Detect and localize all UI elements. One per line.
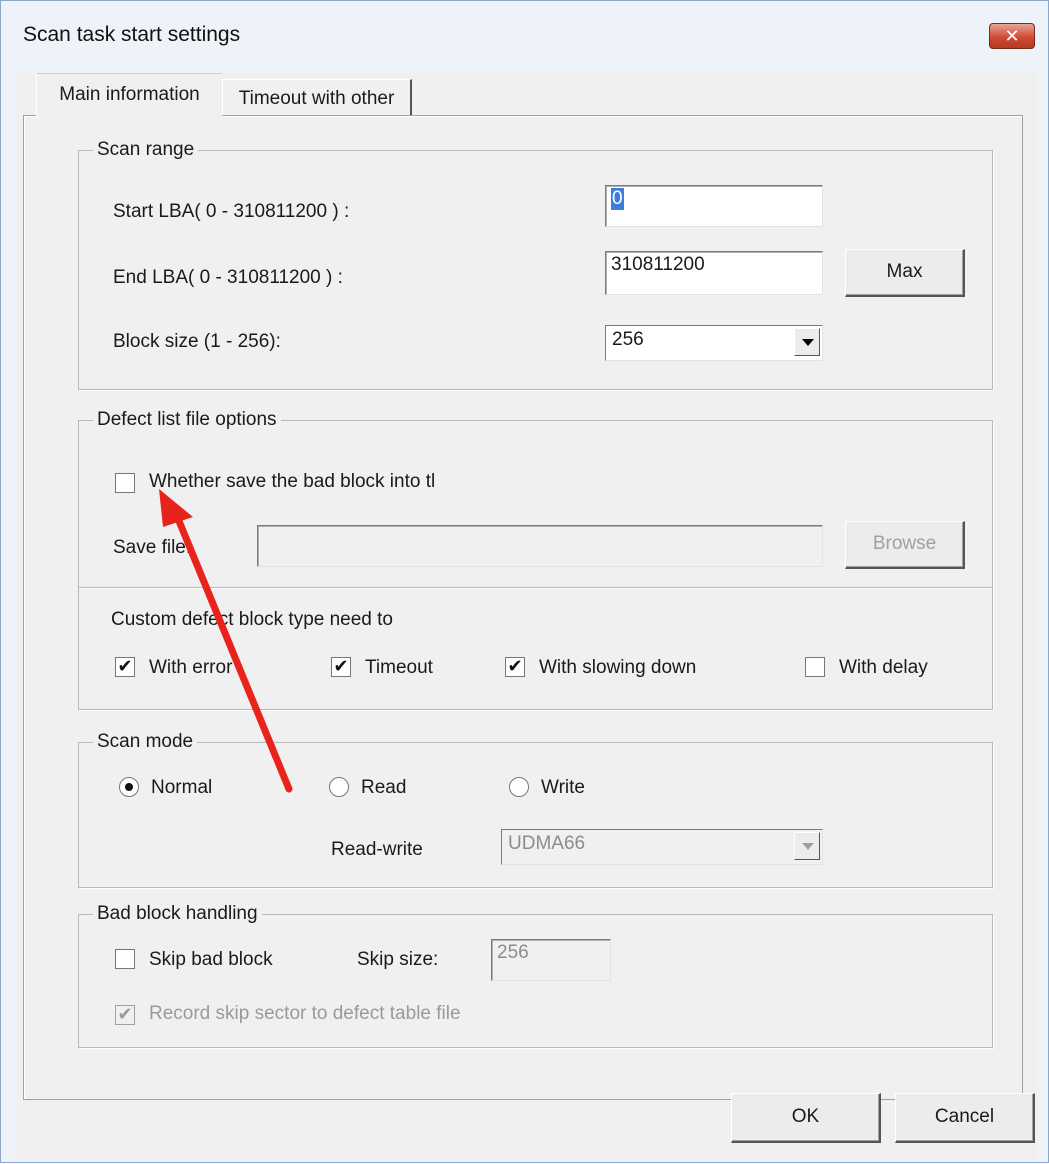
- skip-size-label: Skip size:: [357, 949, 439, 970]
- tab-label: Timeout with other: [238, 88, 395, 109]
- check-icon: ✔: [117, 656, 133, 676]
- group-title: Scan mode: [93, 729, 198, 755]
- timeout-checkbox[interactable]: ✔: [331, 657, 351, 677]
- check-icon: ✔: [117, 1004, 133, 1024]
- normal-radio[interactable]: [119, 777, 139, 797]
- browse-button[interactable]: Browse: [845, 521, 965, 569]
- end-lba-label: End LBA( 0 - 310811200 ) :: [113, 267, 343, 288]
- write-radio[interactable]: [509, 777, 529, 797]
- skip-size-value: 256: [497, 942, 529, 963]
- save-file-label: Save file:: [113, 537, 192, 558]
- read-write-value: UDMA66: [508, 833, 586, 854]
- read-label: Read: [361, 777, 407, 798]
- window-title: Scan task start settings: [23, 23, 241, 46]
- close-button[interactable]: ✕: [989, 23, 1035, 49]
- scan-range-group: Scan range Start LBA( 0 - 310811200 ) : …: [78, 137, 993, 390]
- with-error-label: With error: [149, 657, 233, 678]
- divider: [79, 587, 992, 588]
- group-title: Scan range: [93, 137, 199, 163]
- save-bad-block-label: Whether save the bad block into tl: [149, 471, 436, 492]
- dialog-client-area: Main information Timeout with other Scan…: [15, 73, 1037, 1159]
- ok-button[interactable]: OK: [731, 1093, 881, 1143]
- tab-timeout-with-other[interactable]: Timeout with other: [222, 79, 412, 117]
- end-lba-value: 310811200: [611, 254, 705, 275]
- read-write-label: Read-write: [331, 839, 423, 860]
- timeout-label: Timeout: [365, 657, 433, 678]
- check-icon: ✔: [507, 656, 523, 676]
- end-lba-input[interactable]: 310811200: [605, 251, 823, 295]
- with-slowing-down-checkbox[interactable]: ✔: [505, 657, 525, 677]
- block-size-label: Block size (1 - 256):: [113, 331, 281, 352]
- bad-block-group: Bad block handling Skip bad block Skip s…: [78, 901, 993, 1048]
- dialog-window: Scan task start settings ✕ Main informat…: [0, 0, 1049, 1163]
- write-label: Write: [541, 777, 585, 798]
- with-delay-label: With delay: [839, 657, 928, 678]
- scan-mode-group: Scan mode Normal Read Write Read-write U…: [78, 729, 993, 888]
- read-radio[interactable]: [329, 777, 349, 797]
- custom-type-label: Custom defect block type need to: [111, 609, 393, 630]
- start-lba-input[interactable]: 0: [605, 185, 823, 227]
- read-write-select[interactable]: UDMA66: [501, 829, 823, 865]
- skip-bad-block-checkbox[interactable]: [115, 949, 135, 969]
- tab-main-information[interactable]: Main information: [36, 73, 222, 117]
- defect-list-group: Defect list file options Whether save th…: [78, 407, 993, 710]
- start-lba-value: 0: [611, 188, 624, 210]
- check-icon: ✔: [333, 656, 349, 676]
- block-size-value: 256: [612, 329, 644, 350]
- chevron-down-icon[interactable]: [794, 328, 820, 356]
- with-slowing-down-label: With slowing down: [539, 657, 697, 678]
- skip-size-input[interactable]: 256: [491, 939, 611, 981]
- with-error-checkbox[interactable]: ✔: [115, 657, 135, 677]
- cancel-button[interactable]: Cancel: [895, 1093, 1035, 1143]
- tab-label: Main information: [59, 84, 200, 105]
- block-size-select[interactable]: 256: [605, 325, 823, 361]
- title-bar[interactable]: Scan task start settings ✕: [1, 1, 1048, 73]
- chevron-down-icon[interactable]: [794, 832, 820, 860]
- start-lba-label: Start LBA( 0 - 310811200 ) :: [113, 201, 350, 222]
- record-skip-checkbox[interactable]: ✔: [115, 1005, 135, 1025]
- with-delay-checkbox[interactable]: [805, 657, 825, 677]
- group-title: Bad block handling: [93, 901, 262, 927]
- save-file-input[interactable]: [257, 525, 823, 567]
- max-button[interactable]: Max: [845, 249, 965, 297]
- skip-bad-block-label: Skip bad block: [149, 949, 273, 970]
- close-icon: ✕: [1004, 26, 1020, 46]
- group-title: Defect list file options: [93, 407, 281, 433]
- save-bad-block-checkbox[interactable]: [115, 473, 135, 493]
- tab-panel: Scan range Start LBA( 0 - 310811200 ) : …: [23, 115, 1023, 1100]
- record-skip-label: Record skip sector to defect table file: [149, 1003, 461, 1024]
- normal-label: Normal: [151, 777, 213, 798]
